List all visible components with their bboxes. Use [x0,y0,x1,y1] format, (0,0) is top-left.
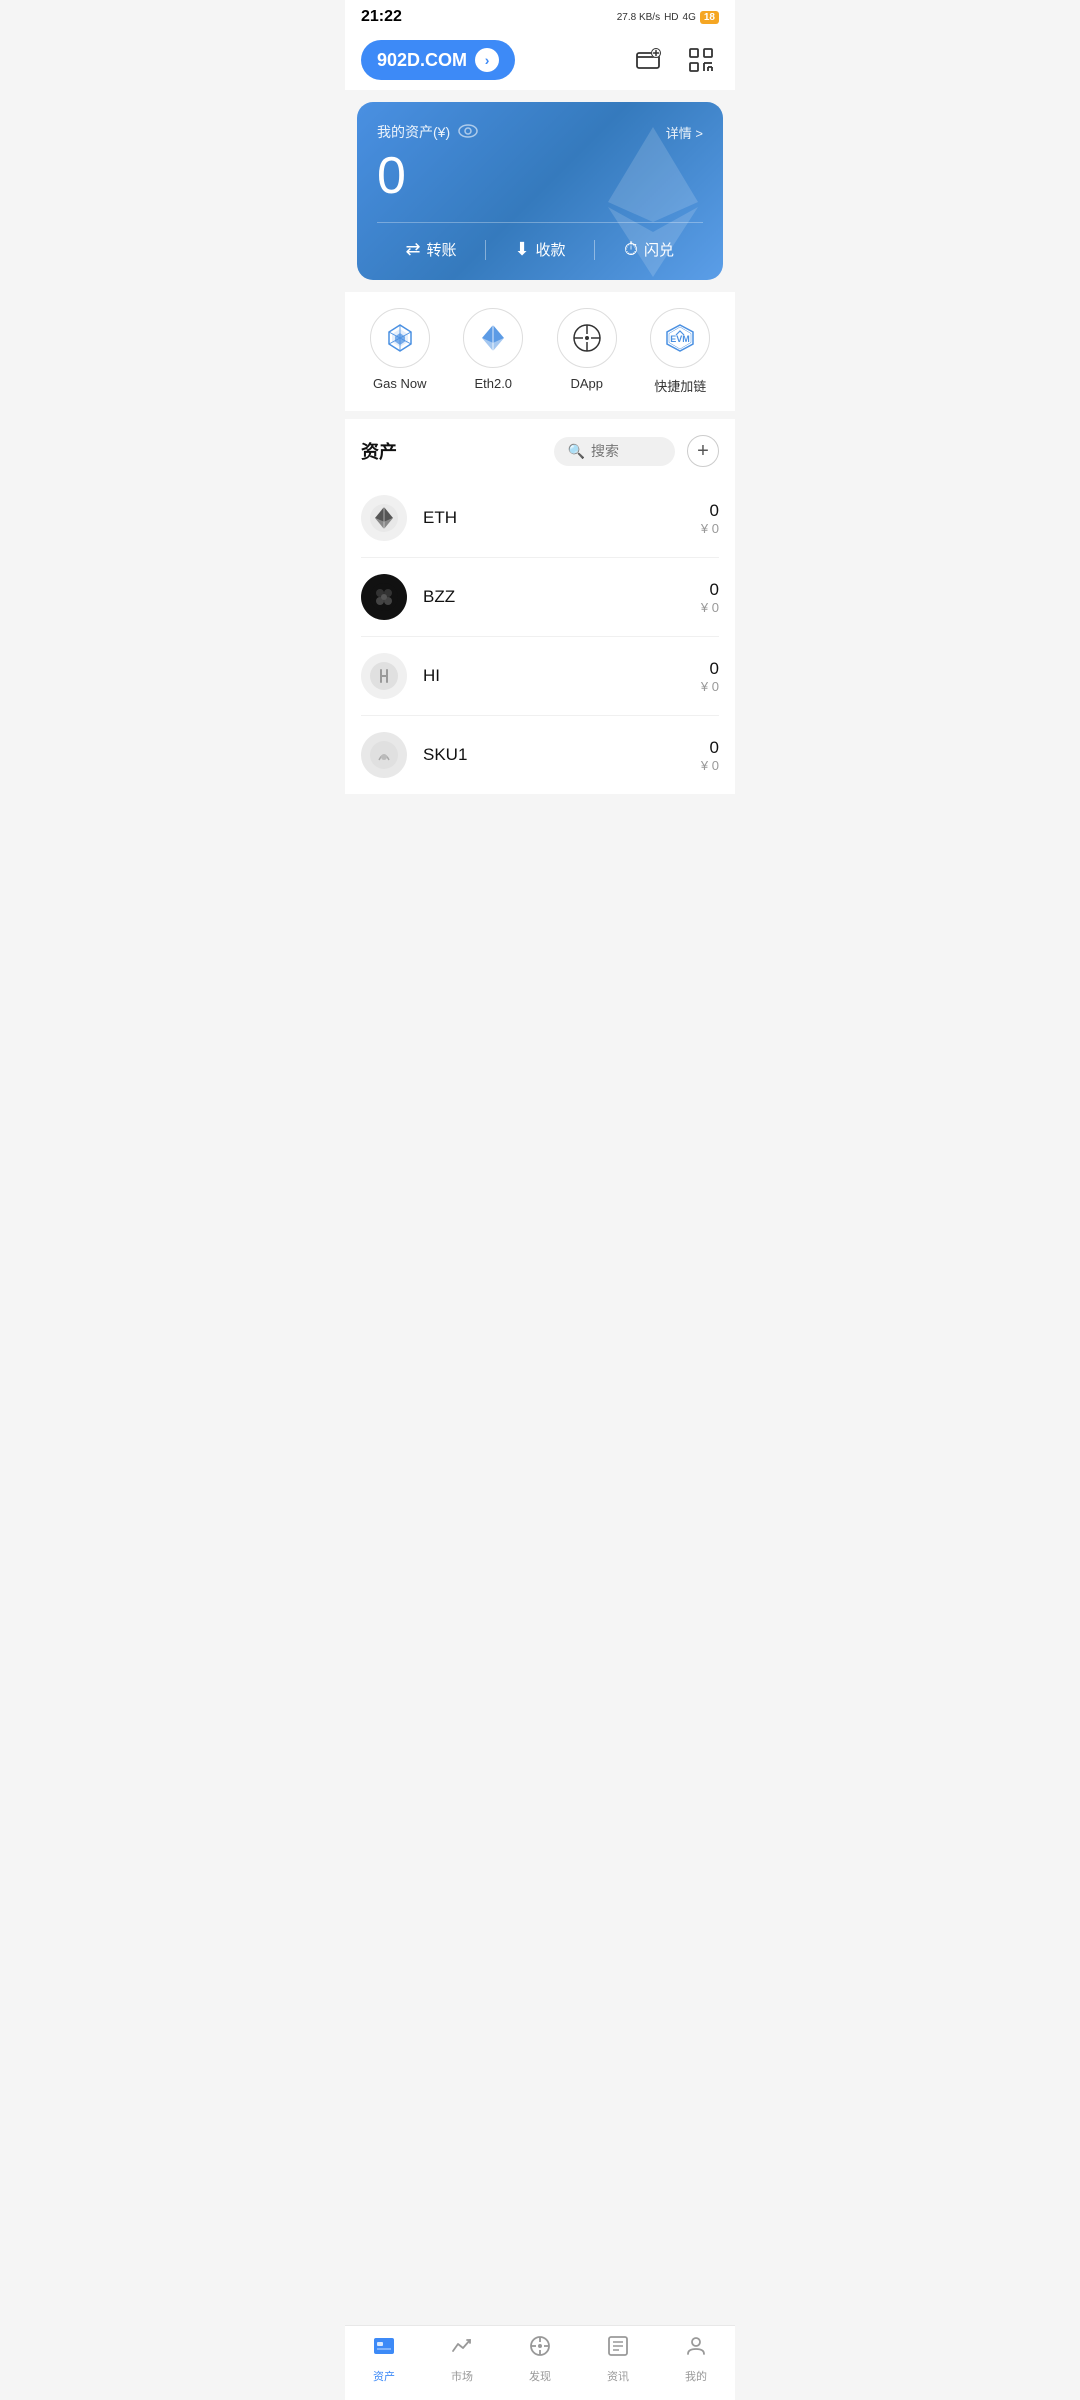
hi-amount: 0 [701,659,719,679]
market-tab-icon [450,2334,474,2364]
tab-news[interactable]: 资讯 [579,2334,657,2384]
search-bar[interactable]: 🔍 [554,437,675,466]
assets-controls: 🔍 + [554,435,719,467]
sku1-amount: 0 [701,738,719,758]
logo-button[interactable]: 902D.COM › [361,40,515,80]
signal-icon: 4G [683,12,696,23]
assets-tab-icon [372,2334,396,2364]
tab-profile[interactable]: 我的 [657,2334,735,2384]
assets-title: 资产 [361,438,397,464]
add-chain-label: 快捷加链 [654,376,706,395]
logo-text: 902D.COM [377,50,467,71]
search-input[interactable] [591,443,661,459]
bottom-spacer [345,794,735,874]
eth-symbol: ETH [423,508,701,528]
asset-item-hi[interactable]: HI 0 ¥ 0 [361,637,719,716]
asset-item-bzz[interactable]: BZZ 0 ¥ 0 [361,558,719,637]
receive-label: 收款 [536,239,566,260]
eth2-label: Eth2.0 [474,376,512,391]
asset-label: 我的资产(¥) [377,122,478,142]
tab-market[interactable]: 市场 [423,2334,501,2384]
add-chain-circle: EVM [650,308,710,368]
eth-cny: ¥ 0 [701,521,719,536]
add-asset-button[interactable]: + [687,435,719,467]
tab-news-label: 资讯 [607,2368,629,2384]
status-bar: 21:22 27.8 KB/s HD 4G 18 [345,0,735,30]
sku1-symbol: SKU1 [423,745,701,765]
quick-action-dapp[interactable]: DApp [540,308,634,395]
receive-button[interactable]: ⬇ 收款 [486,239,594,260]
sku1-cny: ¥ 0 [701,758,719,773]
quick-action-gas-now[interactable]: Gas Now [353,308,447,395]
profile-tab-icon [684,2334,708,2364]
quick-action-add-chain[interactable]: EVM 快捷加链 [634,308,728,395]
speed-indicator: 27.8 KB/s [617,12,660,23]
eth-icon [361,495,407,541]
assets-section: 资产 🔍 + ETH 0 ¥ 0 [345,419,735,794]
svg-text:EVM: EVM [670,334,690,344]
tab-profile-label: 我的 [685,2368,707,2384]
receive-icon: ⬇ [514,239,529,260]
gas-now-circle [370,308,430,368]
add-wallet-button[interactable] [631,42,667,78]
header-icons [631,42,719,78]
bzz-cny: ¥ 0 [701,600,719,615]
asset-card: 我的资产(¥) 详情 > 0 ⇄ 转账 ⬇ 收款 ⏱ 闪兑 [357,102,723,280]
dapp-circle [557,308,617,368]
sku1-icon [361,732,407,778]
detail-link[interactable]: 详情 > [666,123,703,142]
hi-symbol: HI [423,666,701,686]
scan-button[interactable] [683,42,719,78]
hi-values: 0 ¥ 0 [701,659,719,694]
tab-market-label: 市场 [451,2368,473,2384]
gas-now-label: Gas Now [373,376,426,391]
eye-icon[interactable] [458,124,478,141]
logo-arrow-icon: › [475,48,499,72]
hd-badge: HD [664,12,678,23]
news-tab-icon [606,2334,630,2364]
battery-icon: 18 [700,11,719,24]
tab-assets-label: 资产 [373,2368,395,2384]
assets-header: 资产 🔍 + [345,419,735,479]
transfer-label: 转账 [427,239,457,260]
asset-item-eth[interactable]: ETH 0 ¥ 0 [361,479,719,558]
transfer-icon: ⇄ [405,239,420,260]
bzz-amount: 0 [701,580,719,600]
bzz-values: 0 ¥ 0 [701,580,719,615]
eth-values: 0 ¥ 0 [701,501,719,536]
eth2-circle [463,308,523,368]
bzz-symbol: BZZ [423,587,701,607]
eth-amount: 0 [701,501,719,521]
search-icon: 🔍 [568,443,585,460]
bzz-icon [361,574,407,620]
tab-assets[interactable]: 资产 [345,2334,423,2384]
sku1-values: 0 ¥ 0 [701,738,719,773]
quick-actions: Gas Now Eth2.0 DApp [345,292,735,411]
hi-icon [361,653,407,699]
dapp-label: DApp [570,376,603,391]
tab-bar: 资产 市场 发现 [345,2325,735,2400]
header: 902D.COM › [345,30,735,90]
quick-action-eth2[interactable]: Eth2.0 [447,308,541,395]
asset-item-sku1[interactable]: SKU1 0 ¥ 0 [361,716,719,794]
tab-discover-label: 发现 [529,2368,551,2384]
transfer-button[interactable]: ⇄ 转账 [377,239,485,260]
asset-list: ETH 0 ¥ 0 BZZ 0 ¥ 0 [345,479,735,794]
tab-discover[interactable]: 发现 [501,2334,579,2384]
status-icons: 27.8 KB/s HD 4G 18 [617,11,719,24]
hi-cny: ¥ 0 [701,679,719,694]
discover-tab-icon [528,2334,552,2364]
status-time: 21:22 [361,8,402,26]
